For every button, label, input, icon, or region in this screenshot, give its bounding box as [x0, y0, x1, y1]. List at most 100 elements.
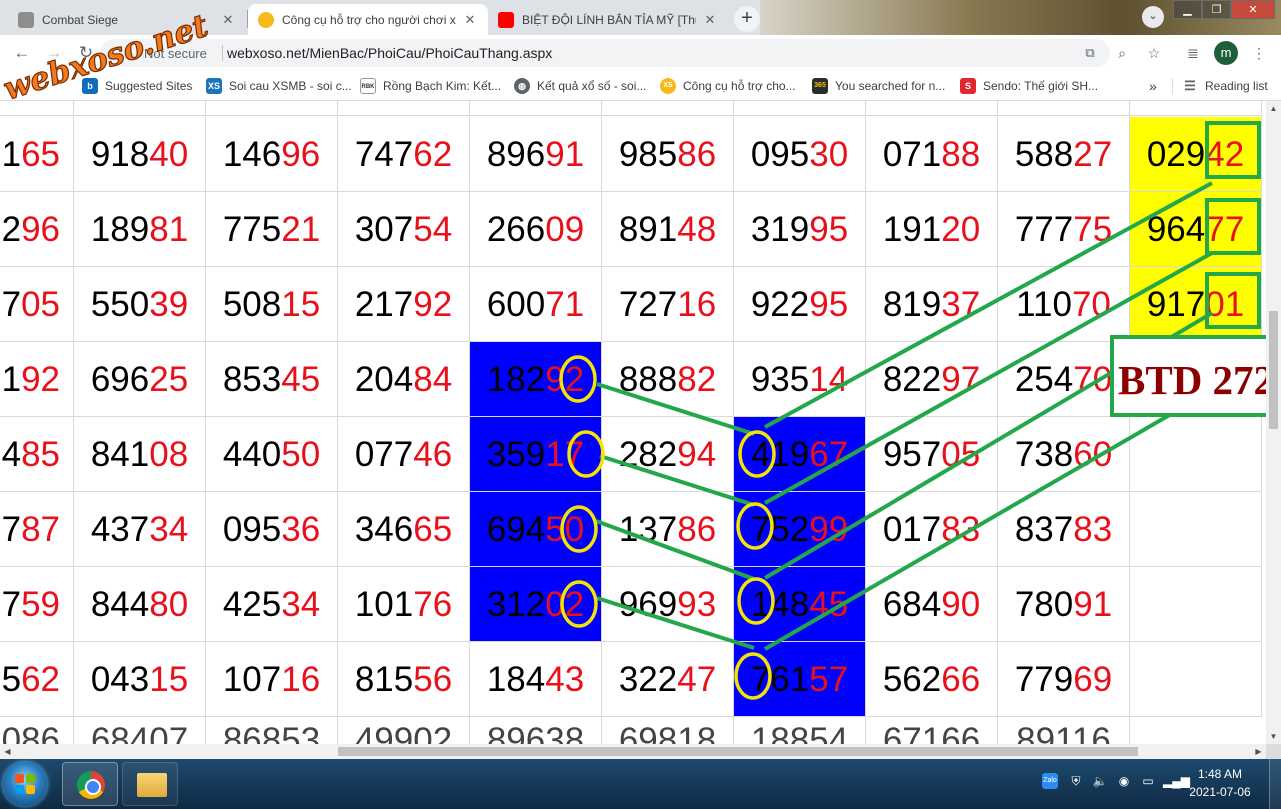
bookmark-item[interactable]: 365 You searched for n... [812, 78, 945, 94]
bookmark-label: Kết quả xổ số - soi... [537, 79, 647, 93]
url-text[interactable]: webxoso.net/MienBac/PhoiCau/PhoiCauThang… [227, 45, 552, 61]
cell-prefix-digits: 837 [1014, 510, 1074, 549]
close-tab-icon[interactable]: ✕ [462, 12, 478, 28]
sendo-icon: S [960, 78, 976, 94]
reading-list-button[interactable]: ☰ Reading list [1172, 78, 1268, 94]
cell-red-digits: 91 [545, 135, 585, 174]
screen: Combat Siege ✕ Công cụ hỗ trợ cho người … [0, 0, 1281, 809]
cell-prefix-digits: 017 [882, 510, 942, 549]
grid-cell: 10176 [338, 567, 470, 642]
cell-red-digits: 84 [413, 360, 453, 399]
cell-red-digits: 45 [281, 360, 321, 399]
cell-prefix-digits: 775 [222, 210, 282, 249]
cell-red-digits: 92 [413, 285, 453, 324]
cell-prefix-digits: 4 [1, 435, 22, 474]
scroll-up-icon[interactable]: ▲ [1266, 101, 1281, 116]
taskbar-explorer[interactable] [122, 762, 178, 806]
cell-red-digits: 09 [545, 210, 585, 249]
grid-cell: 81556 [338, 642, 470, 717]
bookmark-item[interactable]: S Sendo: Thế giới SH... [960, 78, 1098, 94]
cell-red-digits: 62 [21, 660, 60, 699]
profile-avatar[interactable]: m [1214, 41, 1238, 65]
horizontal-scrollbar[interactable]: ◀ ▶ [0, 744, 1266, 759]
grid-cell-offscreen [338, 101, 470, 116]
cell-prefix-digits: 359 [486, 435, 546, 474]
zalo-tray-icon[interactable]: Zalo [1042, 773, 1058, 789]
cell-prefix-digits: 189 [90, 210, 150, 249]
cell-prefix-digits: 922 [750, 285, 810, 324]
grid-cell-offscreen [602, 101, 734, 116]
chevron-down-icon[interactable]: ⌄ [1142, 6, 1164, 28]
new-tab-button[interactable]: + [734, 6, 760, 32]
address-bar[interactable]: Not secure webxoso.net/MienBac/PhoiCau/P… [100, 39, 1110, 67]
tab-phoi-cau[interactable]: Công cụ hỗ trợ cho người chơi x ✕ [248, 4, 488, 35]
notification-icon[interactable]: ▭ [1140, 773, 1156, 789]
restore-icon[interactable]: ❐ [1202, 0, 1231, 19]
grid-cell-offscreen [734, 101, 866, 116]
cell-prefix-digits: 137 [618, 510, 678, 549]
system-clock[interactable]: 1:48 AM 2021-07-06 [1185, 765, 1255, 801]
cell-red-digits: 30 [809, 135, 849, 174]
grid-cell: 78091 [998, 567, 1130, 642]
grid-cell: 74762 [338, 117, 470, 192]
grid-cell: 58827 [998, 117, 1130, 192]
cell-prefix-digits: 844 [90, 585, 150, 624]
cell-red-digits: 82 [677, 360, 717, 399]
windows-logo-icon [15, 774, 35, 794]
volume-icon[interactable]: 🔈 [1092, 773, 1108, 789]
cell-prefix-digits: 312 [486, 585, 546, 624]
media-control-icon[interactable]: ≣ [1183, 43, 1203, 63]
cell-red-digits: 17 [545, 435, 585, 474]
close-window-icon[interactable]: ✕ [1231, 0, 1275, 19]
horizontal-scroll-thumb[interactable] [338, 747, 1138, 756]
network-signal-icon[interactable]: ▂▄▆ [1163, 773, 1190, 789]
grid-cell: 31995 [734, 192, 866, 267]
cell-red-digits: 92 [21, 360, 60, 399]
xs-favicon-icon: XS [660, 78, 676, 94]
show-desktop-button[interactable] [1269, 759, 1281, 809]
grid-cell: 07188 [866, 117, 998, 192]
grid-cell: 18443 [470, 642, 602, 717]
bookmark-item[interactable]: XS Công cụ hỗ trợ cho... [660, 78, 796, 94]
start-button[interactable] [3, 762, 47, 806]
install-app-icon[interactable]: ⧉ [1080, 43, 1100, 63]
more-bookmarks-icon[interactable]: » [1149, 78, 1157, 94]
grid-cell: 84108 [74, 417, 206, 492]
cell-red-digits: 50 [545, 510, 585, 549]
taskbar-chrome[interactable] [62, 762, 118, 806]
scroll-left-icon[interactable]: ◀ [0, 744, 15, 759]
shield-tray-icon[interactable]: ⛨ [1068, 773, 1084, 789]
webxoso-watermark: webxoso.net [0, 7, 214, 102]
vertical-scroll-thumb[interactable] [1269, 311, 1278, 429]
menu-dots-icon[interactable]: ⋮ [1249, 43, 1269, 63]
bookmark-item[interactable]: ◍ Kết quả xổ số - soi... [514, 78, 646, 94]
scroll-down-icon[interactable]: ▼ [1266, 729, 1281, 744]
bookmark-star-icon[interactable]: ☆ [1144, 43, 1164, 63]
grid-cell: 35917 [470, 417, 602, 492]
close-tab-icon[interactable]: ✕ [702, 12, 718, 28]
cell-red-digits: 92 [545, 360, 585, 399]
grid-cell: 77775 [998, 192, 1130, 267]
cell-prefix-digits: 346 [354, 510, 414, 549]
cell-prefix-digits: 5 [1, 660, 22, 699]
grid-cell: 88882 [602, 342, 734, 417]
cell-red-digits: 60 [1073, 435, 1113, 474]
minimize-icon[interactable]: ▁ [1173, 0, 1202, 19]
grid-cell: 25470 [998, 342, 1130, 417]
grid-cell-offscreen [998, 101, 1130, 116]
cell-prefix-digits: 727 [618, 285, 678, 324]
vertical-scrollbar[interactable]: ▲ ▼ [1266, 101, 1281, 744]
grid-cell [1130, 567, 1262, 642]
zoom-icon[interactable]: ⌕ [1112, 43, 1132, 63]
app-tray-icon[interactable]: ◉ [1116, 773, 1132, 789]
grid-cell-partial: 67166 [866, 717, 998, 744]
bookmark-item[interactable]: RBK Rồng Bạch Kim: Kết... [360, 78, 501, 94]
cell-prefix-digits: 935 [750, 360, 810, 399]
cell-red-digits: 94 [677, 435, 717, 474]
tab-youtube[interactable]: BIỆT ĐỘI LÍNH BẮN TỈA MỸ [Thuy ✕ [488, 4, 728, 35]
folder-icon [137, 773, 167, 797]
cell-red-digits: 83 [941, 510, 981, 549]
tab-title: Công cụ hỗ trợ cho người chơi x [282, 12, 456, 27]
cell-red-digits: 05 [941, 435, 981, 474]
scroll-right-icon[interactable]: ▶ [1251, 744, 1266, 759]
